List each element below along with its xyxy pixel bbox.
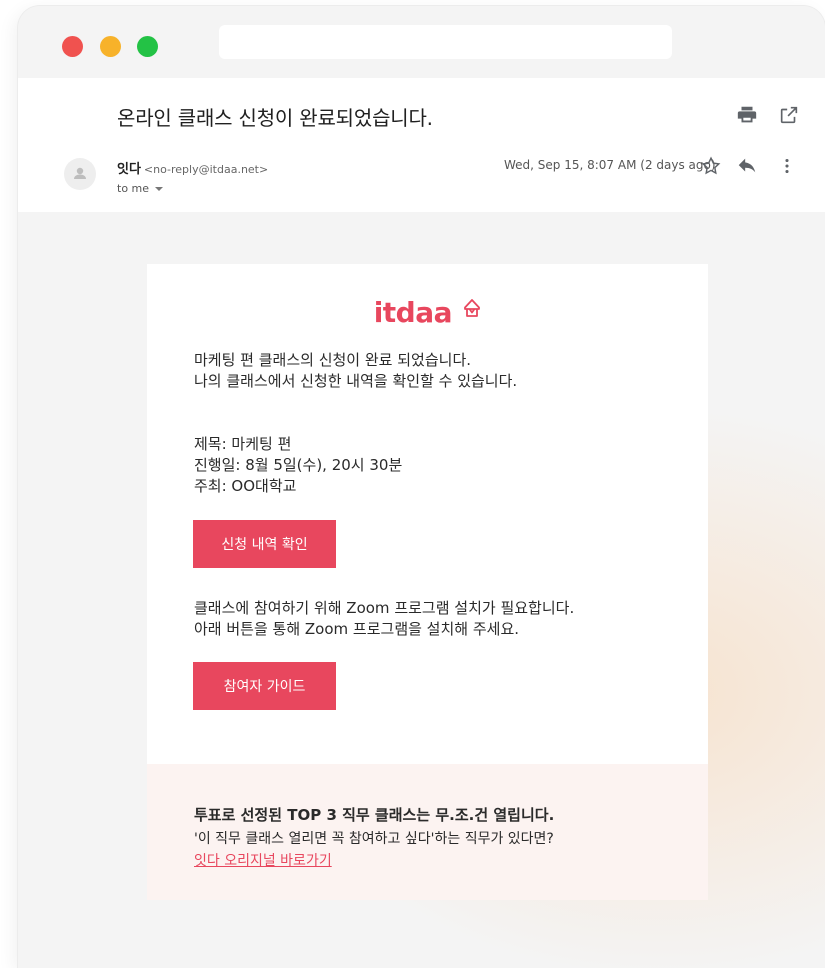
recipient-label: to me [117,182,150,195]
email-subject: 온라인 클래스 신청이 완료되었습니다. [117,106,433,130]
chevron-down-icon [155,187,164,191]
email-card: itdaa 마케팅 편 클래스의 신청이 완료 되었습니다. 나의 클래스에서 … [147,264,708,900]
promo-headline: 투표로 선정된 TOP 3 직무 클래스는 무.조.건 열립니다. [194,806,555,824]
reply-icon[interactable] [736,155,758,177]
more-vert-icon[interactable] [776,155,798,177]
print-icon[interactable] [736,104,758,126]
detail-date: 진행일: 8월 5일(수), 20시 30분 [194,456,403,474]
promo-banner: 투표로 선정된 TOP 3 직무 클래스는 무.조.건 열립니다. '이 직무 … [147,764,708,900]
email-date: Wed, Sep 15, 8:07 AM (2 days ago) [504,158,716,172]
detail-title: 제목: 마케팅 편 [194,435,292,453]
itdaa-logo: itdaa [147,296,708,329]
logo-text: itdaa [373,296,453,329]
zoom-line: 아래 버튼을 통해 Zoom 프로그램을 설치해 주세요. [194,620,520,638]
close-window-button[interactable] [62,36,83,57]
sender-email: <no-reply@itdaa.net> [143,163,269,176]
zoom-line: 클래스에 참여하기 위해 Zoom 프로그램 설치가 필요합니다. [194,599,575,617]
recipient-toggle[interactable]: to me [117,182,164,195]
minimize-window-button[interactable] [100,36,121,57]
intro-line: 나의 클래스에서 신청한 내역을 확인할 수 있습니다. [194,372,518,390]
zoom-paragraph: 클래스에 참여하기 위해 Zoom 프로그램 설치가 필요합니다. 아래 버튼을… [194,598,574,640]
email-body-area: itdaa 마케팅 편 클래스의 신청이 완료 되었습니다. 나의 클래스에서 … [18,212,825,968]
sender-name: 잇다 [117,162,141,177]
star-icon[interactable] [700,155,722,177]
participant-guide-button[interactable]: 참여자 가이드 [193,662,336,710]
address-bar[interactable] [219,25,672,59]
detail-host: 주최: OO대학교 [194,477,297,495]
itdaa-logo-icon [464,299,481,317]
email-header: 온라인 클래스 신청이 완료되었습니다. 잇다 <no-reply@itdaa.n… [18,78,825,212]
promo-text: '이 직무 클래스 열리면 꼭 참여하고 싶다'하는 직무가 있다면? [194,831,554,847]
maximize-window-button[interactable] [137,36,158,57]
confirm-application-button[interactable]: 신청 내역 확인 [193,520,336,568]
open-in-new-icon[interactable] [778,104,800,126]
sender-info: 잇다 <no-reply@itdaa.net> [117,158,268,177]
intro-line: 마케팅 편 클래스의 신청이 완료 되었습니다. [194,351,472,369]
title-bar [18,6,825,78]
avatar-icon [64,158,96,190]
promo-link[interactable]: 잇다 오리지널 바로가기 [194,850,332,870]
class-details: 제목: 마케팅 편 진행일: 8월 5일(수), 20시 30분 주최: OO대… [194,434,402,497]
intro-paragraph: 마케팅 편 클래스의 신청이 완료 되었습니다. 나의 클래스에서 신청한 내역… [194,350,517,392]
mail-window: 온라인 클래스 신청이 완료되었습니다. 잇다 <no-reply@itdaa.n… [18,6,825,968]
